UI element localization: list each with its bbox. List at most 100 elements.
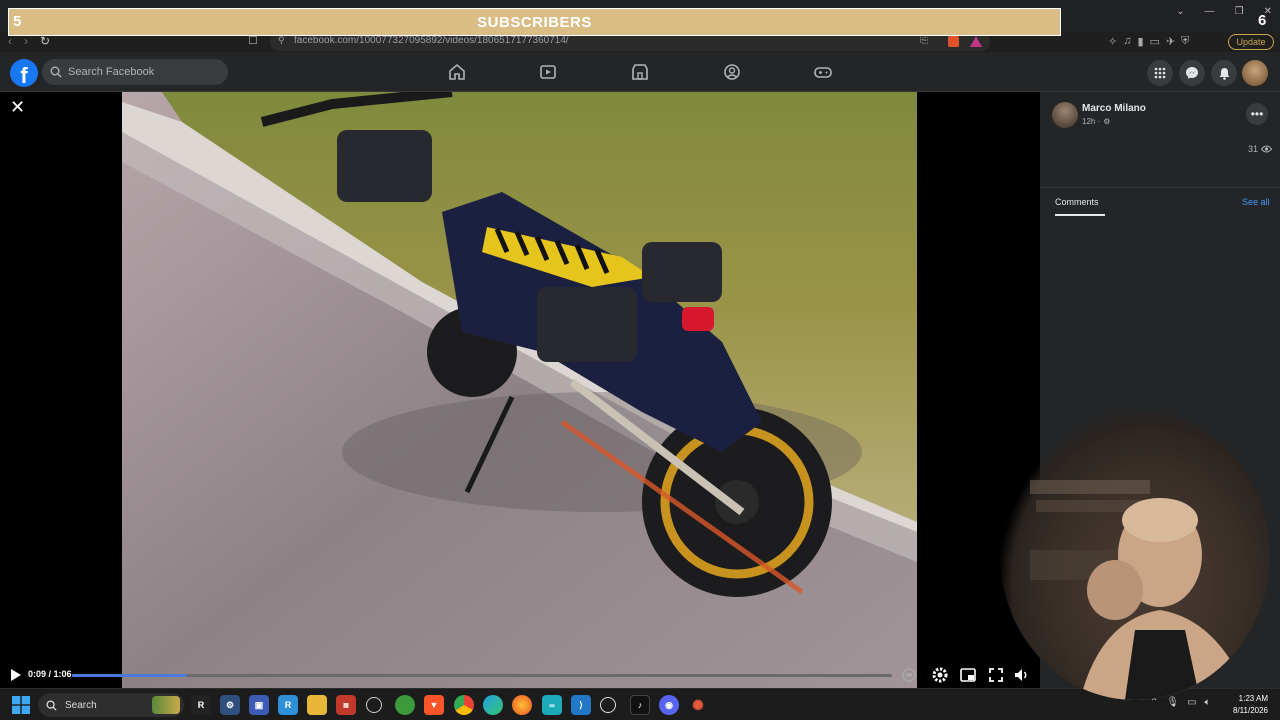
vpn-icon[interactable]: ✈ — [1166, 35, 1175, 48]
taskbar-openai-icon[interactable] — [600, 697, 616, 713]
taskbar-chrome-icon[interactable] — [454, 695, 474, 715]
gaming-icon[interactable] — [813, 62, 833, 82]
extensions-icon[interactable]: ✧ — [1108, 35, 1117, 48]
marketplace-icon[interactable] — [630, 62, 650, 82]
volume-icon[interactable] — [1013, 666, 1031, 684]
video-frame-image — [122, 92, 917, 688]
home-icon[interactable] — [447, 62, 467, 82]
music-icon[interactable]: ♫ — [1123, 35, 1131, 48]
facebook-top-nav: f — [0, 52, 1280, 92]
taskbar-tiktok-icon[interactable]: ♪ — [630, 695, 650, 715]
search-highlight-icon — [152, 696, 180, 714]
share-icon[interactable]: ⎘ — [920, 35, 928, 46]
captions-icon[interactable] — [901, 667, 917, 683]
clock-date: 8/11/2026 — [1233, 706, 1268, 715]
banner-left-number: 5 — [13, 13, 22, 30]
messenger-button[interactable] — [1179, 60, 1205, 86]
post-time[interactable]: 12h · — [1082, 117, 1100, 126]
comments-tab-indicator — [1055, 214, 1105, 216]
taskbar-app-news-icon[interactable]: ▤ — [336, 695, 356, 715]
taskbar-app-teal-icon[interactable]: ∞ — [542, 695, 562, 715]
poster-name[interactable]: Marco Milano — [1082, 103, 1146, 114]
time-label: 0:09 / 1:06 — [28, 669, 72, 679]
taskbar-file-explorer-icon[interactable] — [307, 695, 327, 715]
shield-icon[interactable]: ⛨ — [1181, 35, 1189, 48]
taskbar-clock-app-icon[interactable] — [366, 697, 382, 713]
reload-icon[interactable]: ↻ — [40, 34, 50, 48]
windows-taskbar: Search R ⚙ ▣ R ▤ ▼ ∞ ⟩ ♪ ◉ ✺ ⌃ 🎙︎ ▭ 🔈︎ 1… — [0, 688, 1280, 720]
search-icon — [46, 699, 57, 711]
facebook-search[interactable] — [42, 59, 228, 85]
sidebar-icon[interactable]: ▮ — [1137, 35, 1143, 48]
window-controls: ⌄ — ❐ ✕ — [1176, 6, 1272, 17]
clock-time: 1:23 AM — [1238, 694, 1268, 703]
close-icon[interactable]: ✕ — [10, 98, 28, 116]
progress-fill — [72, 674, 187, 677]
play-icon[interactable] — [10, 668, 22, 682]
menu-grid-button[interactable] — [1147, 60, 1173, 86]
progress-bar[interactable] — [72, 674, 892, 677]
comments-tab[interactable]: Comments — [1055, 197, 1099, 207]
maximize-icon[interactable]: ❐ — [1235, 6, 1244, 17]
post-meta: 12h · ⚙ — [1082, 117, 1110, 126]
brave-rewards-icon[interactable] — [970, 36, 982, 47]
poster-avatar[interactable] — [1052, 102, 1078, 128]
taskbar-app-r-icon[interactable]: R — [191, 695, 211, 715]
facebook-logo-letter: f — [20, 63, 28, 87]
taskbar-app-remote-icon[interactable]: R — [278, 695, 298, 715]
tab-dropdown-icon[interactable]: ⌄ — [1176, 6, 1184, 17]
forward-icon[interactable]: › — [24, 34, 28, 48]
more-options-button[interactable]: ••• — [1246, 103, 1268, 125]
taskbar-brave-icon[interactable]: ▼ — [424, 695, 444, 715]
account-avatar[interactable] — [1242, 60, 1268, 86]
microphone-icon[interactable]: 🎙︎ — [1166, 697, 1179, 708]
minimize-icon[interactable]: — — [1205, 6, 1215, 17]
close-window-icon[interactable]: ✕ — [1264, 6, 1272, 17]
taskbar-search[interactable]: Search — [38, 693, 184, 717]
bell-icon — [1219, 67, 1229, 80]
messenger-icon — [1186, 67, 1198, 79]
see-all-link[interactable]: See all — [1242, 197, 1270, 207]
facebook-logo-icon[interactable]: f — [10, 59, 38, 87]
taskbar-app-green-icon[interactable] — [395, 695, 415, 715]
search-input[interactable] — [68, 66, 218, 78]
wallet-icon[interactable]: ▭ — [1150, 35, 1160, 48]
taskbar-app-monitor-icon[interactable]: ▣ — [249, 695, 269, 715]
taskbar-network-icon[interactable]: ⚙ — [220, 695, 240, 715]
view-count: 31 — [1248, 144, 1273, 154]
extensions-bar: ✧ ♫ ▮ ▭ ✈ ⛨ — [1108, 35, 1189, 48]
video-player[interactable] — [122, 92, 917, 688]
video-icon[interactable] — [538, 62, 558, 82]
display-icon[interactable]: ▭ — [1187, 697, 1196, 708]
webcam-overlay — [1000, 410, 1270, 700]
update-label: Update — [1236, 37, 1266, 47]
system-tray: ⌃ 🎙︎ ▭ 🔈︎ — [1150, 697, 1211, 708]
ellipsis-icon: ••• — [1250, 107, 1264, 121]
taskbar-edge-icon[interactable] — [483, 695, 503, 715]
subscribers-banner: 5 SUBSCRIBERS — [8, 8, 1061, 36]
panel-divider — [1040, 187, 1280, 188]
taskbar-firefox-icon[interactable] — [512, 695, 532, 715]
profile-icon[interactable] — [722, 62, 742, 82]
audience-gear-icon: ⚙ — [1103, 117, 1111, 126]
video-controls: 0:09 / 1:06 — [0, 664, 1040, 688]
taskbar-vscode-icon[interactable]: ⟩ — [571, 695, 591, 715]
url-text[interactable]: facebook.com/100077327095892/videos/1806… — [294, 35, 569, 46]
windows-start-icon[interactable] — [12, 696, 30, 714]
picture-in-picture-icon[interactable] — [959, 666, 977, 684]
brave-shield-icon[interactable] — [948, 36, 959, 47]
video-viewer: ✕ — [0, 92, 1040, 688]
fullscreen-icon[interactable] — [987, 666, 1005, 684]
site-info-icon[interactable]: ⚲ — [278, 35, 285, 46]
taskbar-search-label: Search — [65, 699, 97, 711]
settings-gear-icon[interactable] — [931, 666, 949, 684]
update-button[interactable]: Update — [1228, 34, 1274, 50]
search-icon — [50, 66, 62, 78]
notifications-button[interactable] — [1211, 60, 1237, 86]
banner-title: SUBSCRIBERS — [477, 13, 592, 31]
taskbar-discord-icon[interactable]: ◉ — [659, 695, 679, 715]
taskbar-clock[interactable]: 1:23 AM 8/11/2026 — [1230, 693, 1268, 717]
back-icon[interactable]: ‹ — [8, 34, 12, 48]
speaker-icon[interactable]: 🔈︎ — [1205, 697, 1211, 708]
taskbar-app-sparkle-icon[interactable]: ✺ — [688, 695, 708, 715]
